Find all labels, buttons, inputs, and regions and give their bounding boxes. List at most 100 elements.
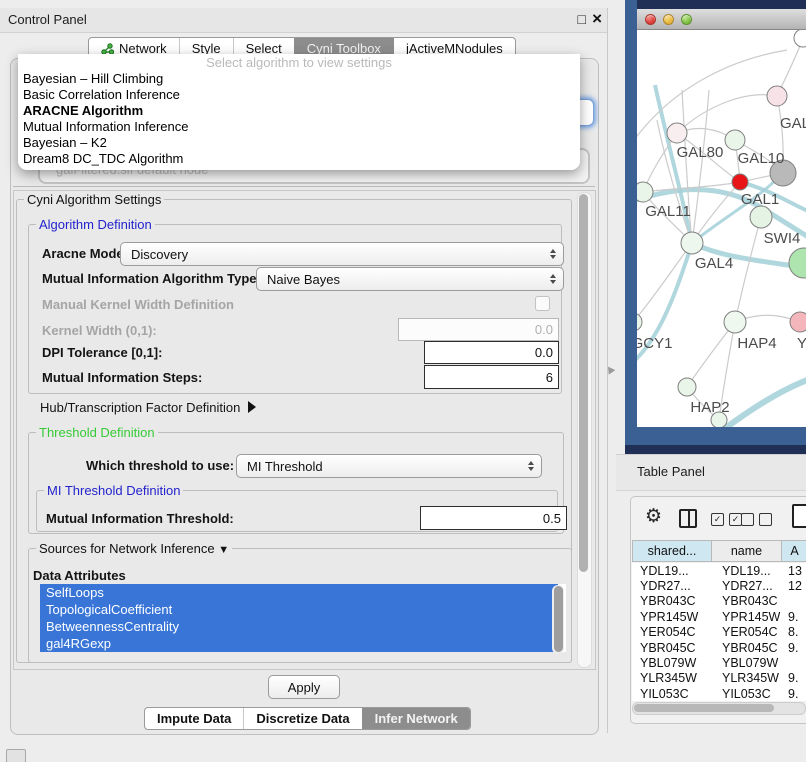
- aracne-mode-combobox[interactable]: Discovery: [120, 242, 564, 266]
- hub-definition-label: Hub/Transcription Factor Definition: [40, 400, 240, 415]
- table-row[interactable]: YDR27... YDR27... 12: [632, 578, 806, 593]
- column-header-name[interactable]: name: [712, 540, 782, 562]
- table-row[interactable]: YBL079W YBL079W: [632, 655, 806, 670]
- tab-infer-network[interactable]: Infer Network: [362, 708, 470, 729]
- algorithm-dropdown-item[interactable]: ARACNE Algorithm: [18, 103, 580, 119]
- hub-definition-toggle[interactable]: Hub/Transcription Factor Definition: [40, 400, 256, 415]
- tab-label: Discretize Data: [256, 711, 349, 726]
- export-table-icon[interactable]: [792, 504, 806, 528]
- network-node[interactable]: [794, 30, 806, 47]
- network-icon: [101, 43, 114, 55]
- mi-threshold-input[interactable]: 0.5: [420, 506, 567, 530]
- cell-shared-name: YBL079W: [632, 656, 712, 670]
- manual-kernel-width-checkbox[interactable]: [535, 296, 550, 311]
- table-body: YDL19... YDL19... 13 YDR27... YDR27... 1…: [632, 563, 806, 701]
- algorithm-dropdown-item[interactable]: Mutual Information Inference: [18, 119, 580, 135]
- attributes-list-scrollbar-thumb[interactable]: [554, 586, 563, 652]
- cell-shared-name: YBR043C: [632, 594, 712, 608]
- cell-shared-name: YER054C: [632, 625, 712, 639]
- bottom-tabbar: Impute Data Discretize Data Infer Networ…: [144, 707, 471, 730]
- cell-value: 9.: [782, 671, 806, 685]
- cell-name: YDL19...: [712, 564, 782, 578]
- table-row[interactable]: YDL19... YDL19... 13: [632, 563, 806, 578]
- manual-kernel-width-label: Manual Kernel Width Definition: [42, 297, 234, 312]
- cell-name: YLR345W: [712, 671, 782, 685]
- network-node-gal80[interactable]: [667, 123, 687, 143]
- node-label: GAL10: [738, 150, 785, 167]
- window-close-icon[interactable]: [645, 14, 656, 25]
- mi-steps-label: Mutual Information Steps:: [42, 370, 202, 385]
- which-threshold-label: Which threshold to use:: [86, 458, 234, 473]
- data-attribute-item[interactable]: BetweennessCentrality: [40, 618, 558, 635]
- expanded-arrow-icon: ▼: [218, 544, 229, 556]
- collapsed-panel-grip[interactable]: [6, 749, 26, 762]
- data-attribute-item[interactable]: TopologicalCoefficient: [40, 601, 558, 618]
- node-label: HAP2: [690, 399, 729, 416]
- sources-toggle[interactable]: Sources for Network Inference ▼: [36, 541, 232, 556]
- deselect-all-columns-icon[interactable]: [741, 513, 772, 526]
- network-node-gcy1[interactable]: [637, 313, 642, 331]
- network-node[interactable]: [790, 312, 806, 332]
- algorithm-dropdown-item[interactable]: Dream8 DC_TDC Algorithm: [18, 151, 580, 167]
- network-node[interactable]: [767, 86, 787, 106]
- table-panel-title: Table Panel: [637, 464, 705, 479]
- window-minimize-icon[interactable]: [663, 14, 674, 25]
- network-node-gal1-selected[interactable]: [732, 174, 748, 190]
- cell-shared-name: YIL053C: [632, 687, 712, 701]
- network-node-gal10[interactable]: [725, 130, 745, 150]
- network-node-swi4[interactable]: [750, 206, 772, 228]
- network-window-titlebar[interactable]: [637, 9, 806, 30]
- table-row[interactable]: YPR145W YPR145W 9.: [632, 609, 806, 624]
- table-row[interactable]: YLR345W YLR345W 9.: [632, 671, 806, 686]
- table-row[interactable]: YBR045C YBR045C 9.: [632, 640, 806, 655]
- mi-algorithm-type-label: Mutual Information Algorithm Type:: [42, 271, 261, 286]
- column-header-partial[interactable]: A: [782, 540, 806, 562]
- table-row[interactable]: YIL053C YIL053C 9.: [632, 686, 806, 701]
- cell-name: YER054C: [712, 625, 782, 639]
- float-panel-icon[interactable]: □: [578, 11, 586, 27]
- cyni-algorithm-settings-label: Cyni Algorithm Settings: [24, 192, 164, 207]
- cell-shared-name: YDL19...: [632, 564, 712, 578]
- network-node-hap4[interactable]: [724, 311, 746, 333]
- settings-scrollbar-thumb[interactable]: [579, 194, 588, 572]
- network-node-gal4[interactable]: [681, 232, 703, 254]
- node-label: GCY1: [637, 335, 672, 352]
- aracne-mode-label: Aracne Mode:: [42, 246, 128, 261]
- dpi-tolerance-input[interactable]: 0.0: [424, 341, 559, 364]
- cell-name: YBL079W: [712, 656, 782, 670]
- unchecked-checkbox-icon: [759, 513, 772, 526]
- algorithm-dropdown-item[interactable]: Bayesian – K2: [18, 135, 580, 151]
- apply-button[interactable]: Apply: [268, 675, 340, 699]
- cell-shared-name: YDR27...: [632, 579, 712, 593]
- column-header-shared-name[interactable]: shared...: [632, 540, 712, 562]
- network-nodes[interactable]: [637, 30, 806, 427]
- data-attributes-label: Data Attributes: [33, 568, 126, 583]
- table-hscrollbar-thumb[interactable]: [634, 704, 774, 712]
- window-zoom-icon[interactable]: [681, 14, 692, 25]
- algorithm-dropdown-item[interactable]: Bayesian – Hill Climbing: [18, 71, 580, 87]
- gear-icon[interactable]: ⚙: [645, 505, 662, 528]
- table-row[interactable]: YER054C YER054C 8.: [632, 625, 806, 640]
- mi-algorithm-type-combobox[interactable]: Naive Bayes: [256, 267, 564, 291]
- data-attribute-item[interactable]: SelfLoops: [40, 584, 558, 601]
- select-all-columns-icon[interactable]: ✓ ✓: [711, 513, 742, 526]
- table-row[interactable]: YBR043C YBR043C: [632, 594, 806, 609]
- algorithm-dropdown-item[interactable]: Basic Correlation Inference: [18, 87, 580, 103]
- which-threshold-combobox[interactable]: MI Threshold: [236, 454, 542, 478]
- node-label: GAL4: [695, 255, 733, 272]
- data-attribute-item[interactable]: gal4RGexp: [40, 635, 558, 652]
- network-view-canvas[interactable]: GAL GAL80 GAL10 GAL1 GAL11 SWI4 GAL4 GCY…: [637, 30, 806, 427]
- kernel-width-input[interactable]: 0.0: [398, 318, 559, 341]
- close-panel-icon[interactable]: ×: [592, 9, 602, 29]
- tab-discretize-data[interactable]: Discretize Data: [243, 708, 361, 729]
- show-columns-icon[interactable]: [679, 509, 697, 528]
- control-panel-title: Control Panel: [8, 12, 87, 27]
- mi-steps-input[interactable]: 6: [424, 365, 559, 389]
- network-node[interactable]: [789, 248, 806, 278]
- network-node-gal11[interactable]: [637, 182, 653, 202]
- collapsed-arrow-icon: [248, 401, 256, 413]
- unchecked-checkbox-icon: [741, 513, 754, 526]
- dpi-tolerance-label: DPI Tolerance [0,1]:: [42, 345, 162, 360]
- network-node-hap2[interactable]: [678, 378, 696, 396]
- tab-impute-data[interactable]: Impute Data: [145, 708, 243, 729]
